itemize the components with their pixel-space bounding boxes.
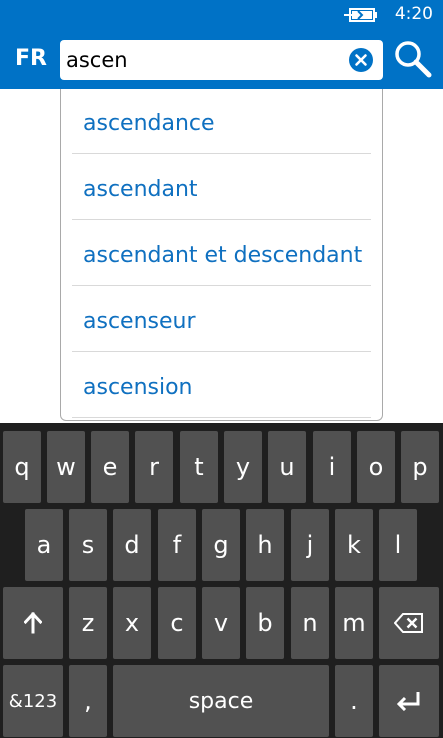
key-z[interactable]: z — [69, 587, 107, 659]
key-x[interactable]: x — [113, 587, 151, 659]
key-u[interactable]: u — [268, 431, 306, 503]
key-d[interactable]: d — [113, 509, 151, 581]
key-i[interactable]: i — [313, 431, 351, 503]
key-n[interactable]: n — [291, 587, 329, 659]
key-c[interactable]: c — [158, 587, 196, 659]
search-box — [60, 40, 383, 80]
shift-key[interactable] — [3, 587, 63, 659]
key-g[interactable]: g — [202, 509, 240, 581]
clear-icon[interactable] — [349, 48, 373, 72]
key-v[interactable]: v — [202, 587, 240, 659]
suggestions-list: ascendance ascendant ascendant et descen… — [60, 89, 383, 421]
suggestion-item[interactable]: ascendant et descendant — [72, 221, 371, 286]
key-r[interactable]: r — [135, 431, 173, 503]
key-p[interactable]: p — [401, 431, 439, 503]
key-k[interactable]: k — [335, 509, 373, 581]
search-input[interactable] — [66, 45, 336, 75]
key-s[interactable]: s — [69, 509, 107, 581]
key-h[interactable]: h — [246, 509, 284, 581]
key-y[interactable]: y — [224, 431, 262, 503]
status-time: 4:20 — [394, 4, 433, 24]
suggestion-item[interactable]: ascension — [72, 353, 371, 418]
search-icon[interactable] — [393, 39, 433, 79]
comma-key[interactable]: , — [69, 665, 107, 737]
suggestion-item[interactable]: ascendant — [72, 155, 371, 220]
key-f[interactable]: f — [158, 509, 196, 581]
key-j[interactable]: j — [291, 509, 329, 581]
shift-arrow-icon — [24, 612, 42, 634]
on-screen-keyboard: q w e r t y u i o p a s d f g h j k l z … — [0, 423, 443, 738]
key-t[interactable]: t — [180, 431, 218, 503]
key-w[interactable]: w — [47, 431, 85, 503]
enter-icon — [397, 692, 420, 711]
status-bar: 4:20 — [0, 0, 443, 32]
key-m[interactable]: m — [335, 587, 373, 659]
language-selector[interactable]: FR — [15, 46, 47, 71]
space-key[interactable]: space — [113, 665, 329, 737]
key-b[interactable]: b — [246, 587, 284, 659]
key-e[interactable]: e — [91, 431, 129, 503]
backspace-key[interactable] — [379, 587, 439, 659]
suggestion-item[interactable]: ascenseur — [72, 287, 371, 352]
app-header: FR — [0, 32, 443, 89]
period-key[interactable]: . — [335, 665, 373, 737]
key-o[interactable]: o — [357, 431, 395, 503]
enter-key[interactable] — [379, 665, 439, 737]
backspace-icon — [394, 613, 423, 633]
battery-charging-icon — [344, 8, 377, 22]
key-q[interactable]: q — [3, 431, 41, 503]
numbers-key[interactable]: &123 — [3, 665, 63, 737]
suggestion-item[interactable]: ascendance — [72, 89, 371, 154]
key-l[interactable]: l — [379, 509, 417, 581]
key-a[interactable]: a — [25, 509, 63, 581]
